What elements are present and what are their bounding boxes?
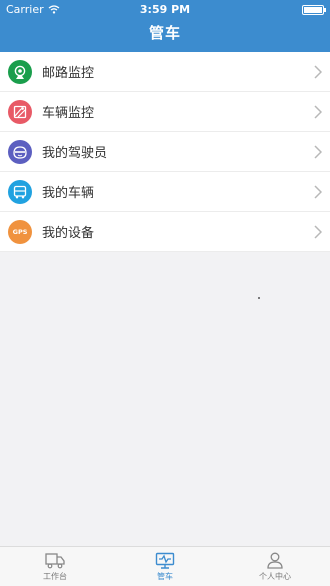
monitor-icon [155,552,175,569]
menu-item-mail-route-monitor[interactable]: 邮路监控 [0,52,330,92]
driver-icon [8,139,32,164]
menu-item-label: 我的车辆 [42,186,95,201]
tab-manage-vehicles[interactable]: 管车 [110,547,220,586]
menu-item-label: 我的设备 [42,226,95,241]
menu-item-vehicle-monitor[interactable]: 车辆监控 [0,92,330,132]
header: Carrier 3:59 PM 管车 [0,0,330,52]
chevron-right-icon [314,105,322,119]
menu-item-label: 我的驾驶员 [42,146,108,161]
truck-icon [45,553,65,569]
menu-item-my-devices[interactable]: GPS 我的设备 [0,212,330,252]
status-time: 3:59 PM [139,3,191,16]
chevron-right-icon [314,225,322,239]
gps-icon: GPS [8,219,32,244]
menu-item-my-vehicles[interactable]: 我的车辆 [0,172,330,212]
stray-dot [258,297,260,299]
gps-icon-text: GPS [12,227,28,236]
menu-list: 邮路监控 车辆监控 我的驾驶员 我的车辆 GPS 我的设备 [0,52,330,252]
tab-bar: 工作台 管车 个人中心 [0,546,330,586]
person-icon [267,552,283,569]
map-icon [8,99,32,124]
menu-item-my-drivers[interactable]: 我的驾驶员 [0,132,330,172]
menu-item-label: 车辆监控 [42,106,95,121]
page-title: 管车 [148,24,181,42]
tab-workbench[interactable]: 工作台 [0,547,110,586]
tab-label: 工作台 [43,572,67,581]
status-bar: Carrier 3:59 PM [0,0,330,20]
menu-item-label: 邮路监控 [42,66,95,81]
tab-label: 个人中心 [259,572,291,581]
tab-profile[interactable]: 个人中心 [220,547,330,586]
camera-icon [8,59,32,84]
tab-label: 管车 [157,572,173,581]
bus-icon [8,179,32,204]
chevron-right-icon [314,65,322,79]
chevron-right-icon [314,145,322,159]
battery-icon [302,5,326,15]
chevron-right-icon [314,185,322,199]
